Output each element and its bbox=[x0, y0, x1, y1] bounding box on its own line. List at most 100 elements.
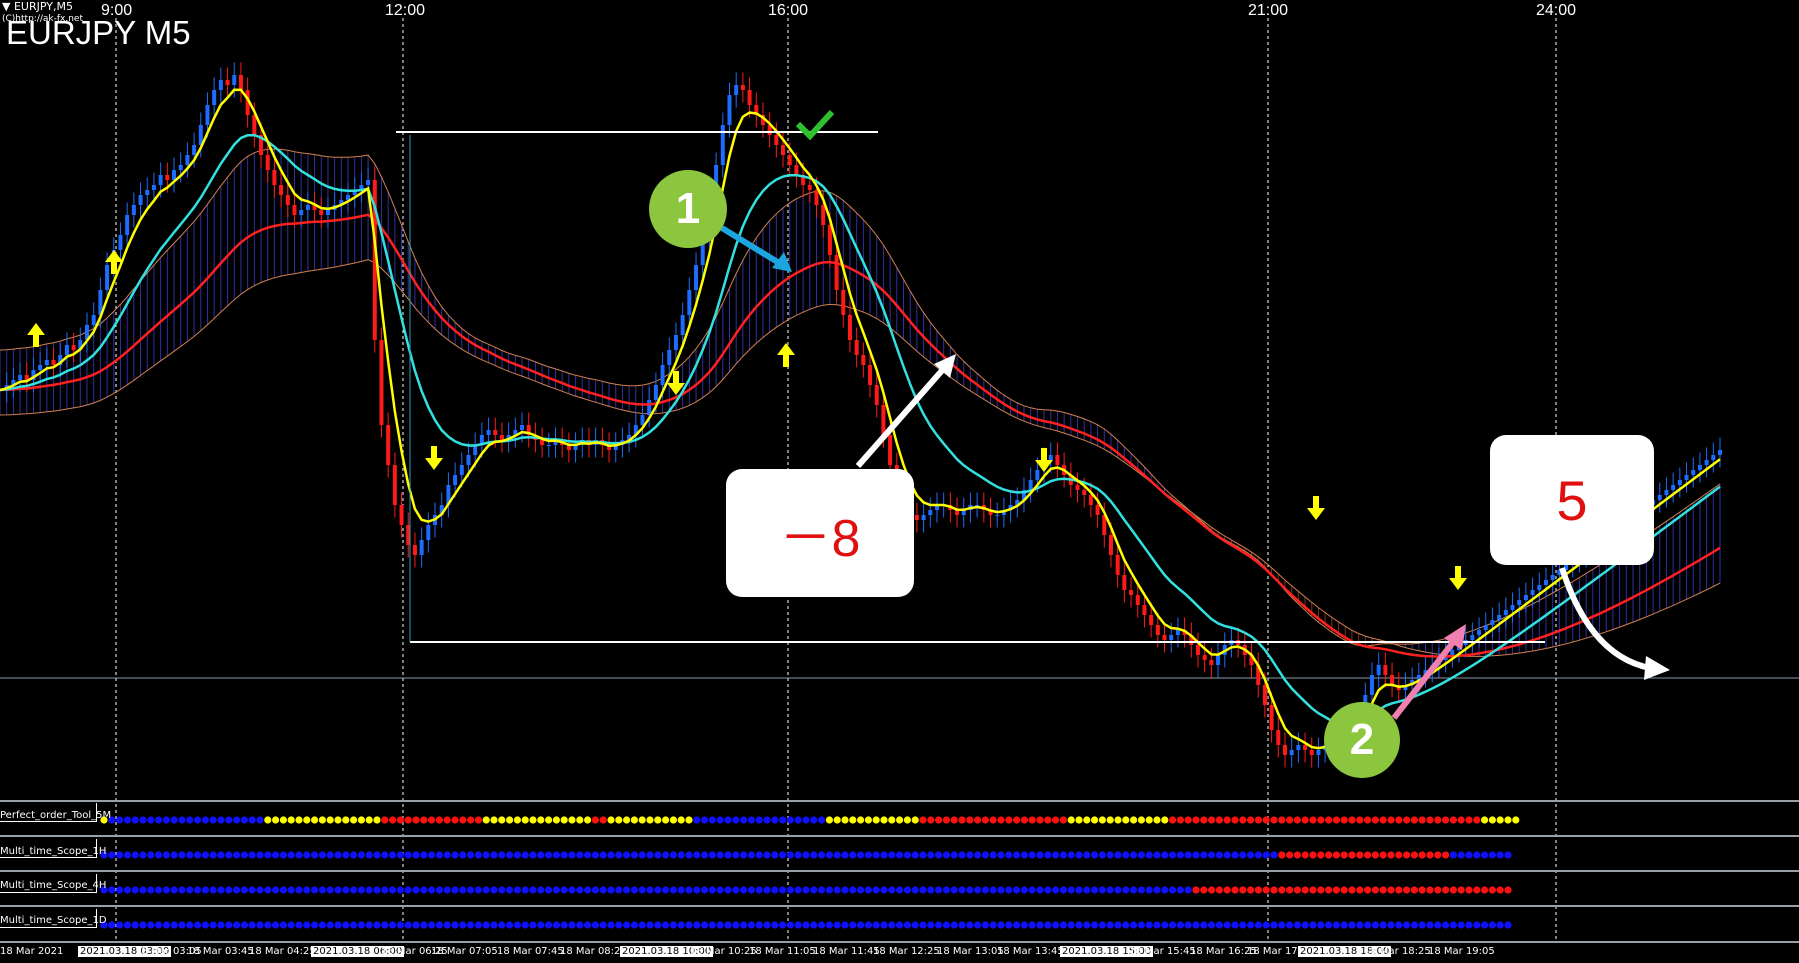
time-tick: 18 Mar 2021 bbox=[0, 946, 64, 957]
mts-4h-dot bbox=[607, 886, 615, 894]
mts-1h-dot bbox=[342, 851, 350, 859]
mts-4h-dot bbox=[1161, 886, 1169, 894]
mts-1d-dot bbox=[857, 921, 865, 929]
mts-4h-dot bbox=[248, 886, 256, 894]
mts-1h-dot bbox=[396, 851, 404, 859]
mts-1d-dot bbox=[1481, 921, 1489, 929]
perfect-order-dot bbox=[607, 816, 615, 824]
mts-1d-dot bbox=[482, 921, 490, 929]
mts-4h-dot bbox=[108, 886, 116, 894]
perfect-order-dot bbox=[537, 816, 545, 824]
perfect-order-dot bbox=[974, 816, 982, 824]
perfect-order-dot bbox=[1262, 816, 1270, 824]
mts-1d-dot bbox=[701, 921, 709, 929]
mts-1h-dot bbox=[857, 851, 865, 859]
perfect-order-dot bbox=[693, 816, 701, 824]
perfect-order-dot bbox=[513, 816, 522, 824]
mts-1h-dot bbox=[131, 851, 139, 859]
perfect-order-dot bbox=[654, 816, 662, 824]
candle-body bbox=[1477, 630, 1482, 635]
mts-4h-dot bbox=[615, 886, 623, 894]
perfect-order-dot bbox=[1169, 816, 1177, 824]
mts-1h-dot bbox=[498, 851, 506, 859]
mts-1h-dot bbox=[833, 851, 841, 859]
chart-window[interactable]: ▼ EURJPY,M5 (C)http://ak-fx.net EURJPY M… bbox=[0, 0, 1799, 963]
mts-1h-dot bbox=[693, 851, 701, 859]
mts-1d-dot bbox=[1208, 921, 1216, 929]
candle-body bbox=[1704, 460, 1709, 465]
perfect-order-dot bbox=[615, 816, 623, 824]
perfect-order-dot bbox=[810, 816, 818, 824]
mts-1h-dot bbox=[318, 851, 326, 859]
mts-4h-dot bbox=[334, 886, 342, 894]
perfect-order-dot bbox=[404, 816, 412, 824]
mts-1d-dot bbox=[1254, 921, 1262, 929]
mts-1d-dot bbox=[584, 921, 592, 929]
mts-4h-dot bbox=[623, 886, 631, 894]
mts-1d-dot bbox=[155, 921, 163, 929]
perfect-order-dot bbox=[1067, 816, 1075, 824]
mts-1d-dot bbox=[708, 921, 717, 929]
mts-4h-dot bbox=[506, 886, 514, 894]
mts-1d-dot bbox=[872, 921, 880, 929]
mts-1d-dot bbox=[1098, 921, 1106, 929]
perfect-order-dot bbox=[1403, 816, 1411, 824]
perfect-order-dot bbox=[818, 816, 826, 824]
time-tick: 18 Mar 07:05 bbox=[431, 946, 498, 957]
mts-1h-dot bbox=[248, 851, 256, 859]
mts-4h-dot bbox=[513, 886, 522, 894]
mts-1d-dot bbox=[576, 921, 584, 929]
perfect-order-dot bbox=[498, 816, 506, 824]
perfect-order-dot bbox=[771, 816, 779, 824]
mts-4h-dot bbox=[428, 886, 436, 894]
mts-1d-dot bbox=[662, 921, 670, 929]
mts-1h-dot bbox=[467, 851, 475, 859]
perfect-order-dot bbox=[1122, 816, 1130, 824]
dropdown-arrow-icon[interactable]: ▼ bbox=[2, 0, 10, 13]
mts-4h-dot bbox=[490, 886, 498, 894]
perfect-order-dot bbox=[467, 816, 475, 824]
mts-4h-dot bbox=[716, 886, 724, 894]
perfect-order-dot bbox=[178, 816, 186, 824]
mts-1d-dot bbox=[1410, 921, 1418, 929]
mts-1h-dot bbox=[1075, 851, 1083, 859]
perfect-order-dot bbox=[1340, 816, 1348, 824]
mts-1h-dot bbox=[123, 851, 131, 859]
mts-1d-dot bbox=[669, 921, 678, 929]
mts-1h-dot bbox=[451, 851, 459, 859]
candle-body bbox=[1303, 745, 1308, 750]
mts-1h-dot bbox=[1488, 851, 1496, 859]
mts-1h-dot bbox=[233, 851, 241, 859]
mts-1d-dot bbox=[942, 921, 951, 929]
mts-1d-dot bbox=[170, 921, 178, 929]
mts-4h-dot bbox=[599, 886, 607, 894]
mts-1d-dot bbox=[1293, 921, 1301, 929]
mts-1d-dot bbox=[677, 921, 685, 929]
candle-body bbox=[680, 315, 685, 335]
mts-1h-dot bbox=[209, 851, 217, 859]
mts-4h-dot bbox=[381, 886, 389, 894]
mts-1d-dot bbox=[911, 921, 919, 929]
mts-1h-dot bbox=[1309, 851, 1317, 859]
mts-4h-dot bbox=[225, 886, 233, 894]
candle-body bbox=[238, 75, 243, 90]
mts-4h-dot bbox=[802, 886, 810, 894]
perfect-order-dot bbox=[1223, 816, 1231, 824]
mts-4h-dot bbox=[1059, 886, 1067, 894]
perfect-order-dot bbox=[802, 816, 810, 824]
perfect-order-dot bbox=[1020, 816, 1028, 824]
mts-1h-dot bbox=[576, 851, 584, 859]
perfect-order-dot bbox=[194, 816, 202, 824]
mts-1h-dot bbox=[404, 851, 412, 859]
mts-4h-dot bbox=[1028, 886, 1036, 894]
mts-4h-dot bbox=[498, 886, 506, 894]
mts-1h-dot bbox=[186, 851, 194, 859]
mts-1h-dot bbox=[1169, 851, 1177, 859]
candle-body bbox=[272, 170, 277, 185]
candle-body bbox=[1135, 595, 1140, 605]
candle-body bbox=[1369, 675, 1374, 695]
perfect-order-dot bbox=[1083, 816, 1091, 824]
mts-4h-dot bbox=[950, 886, 958, 894]
candle-body bbox=[265, 155, 270, 170]
mts-1d-dot bbox=[724, 921, 732, 929]
